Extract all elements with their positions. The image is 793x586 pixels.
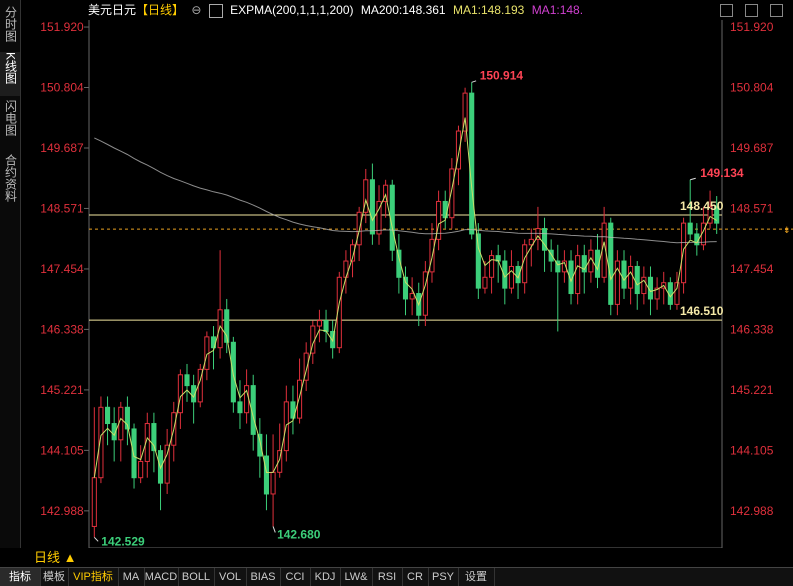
price-label-left: 150.804 — [40, 80, 84, 94]
candle[interactable] — [263, 455, 270, 495]
candle[interactable] — [237, 401, 243, 414]
price-label-left: 145.221 — [40, 383, 84, 397]
candle[interactable] — [482, 276, 488, 289]
candle[interactable] — [621, 260, 627, 289]
resistance-label: 148.450 — [680, 199, 724, 213]
candle[interactable] — [489, 255, 495, 278]
low-label-2: 142.680 — [277, 527, 321, 541]
candle[interactable] — [230, 341, 236, 403]
indicator-tab-7[interactable]: BIAS — [246, 568, 281, 586]
low-label-1-pointer — [93, 536, 99, 542]
high-label: 150.914 — [480, 68, 524, 82]
candle[interactable] — [316, 320, 322, 327]
candle[interactable] — [608, 222, 614, 305]
indicator-tab-9[interactable]: KDJ — [310, 568, 341, 586]
current-price-marker-icon: ⇟ — [783, 225, 791, 235]
indicator-tab-11[interactable]: RSI — [372, 568, 403, 586]
candle[interactable] — [628, 265, 634, 289]
price-label-right: 142.988 — [730, 504, 774, 518]
candle[interactable] — [449, 168, 455, 219]
indicator-tab-13[interactable]: PSY — [428, 568, 459, 586]
candle[interactable] — [244, 385, 250, 414]
indicator-tab-14[interactable]: 设置 — [458, 568, 495, 586]
indicator-tab-3[interactable]: MA — [118, 568, 145, 586]
candle[interactable] — [297, 379, 303, 419]
candle[interactable] — [508, 265, 514, 289]
candle[interactable] — [323, 320, 329, 332]
indicator-tab-2[interactable]: VIP指标 — [68, 568, 119, 586]
recent-high-label-pointer — [690, 177, 696, 181]
price-label-right: 145.221 — [730, 383, 774, 397]
candle[interactable] — [369, 179, 375, 235]
price-label-right: 147.454 — [730, 262, 774, 276]
indicator-tab-1[interactable]: 模板 — [40, 568, 69, 586]
candle[interactable] — [475, 233, 481, 289]
candle[interactable] — [131, 428, 137, 479]
indicator-tab-0[interactable]: 指标 — [0, 568, 41, 586]
price-label-right: 151.920 — [730, 20, 774, 34]
high-label-pointer — [471, 80, 477, 83]
period-selector[interactable]: 日线 ▲ — [20, 548, 88, 567]
candle[interactable] — [91, 477, 97, 527]
price-label-right: 146.338 — [730, 322, 774, 336]
ma200-line — [94, 137, 717, 244]
indicator-toolbar: 指标 模板 VIP指标 MA MACD BOLL VOL BIAS CCI KDJ LW& RSI CR… — [0, 567, 793, 586]
candle[interactable] — [383, 184, 389, 202]
price-label-right: 149.687 — [730, 141, 774, 155]
low-label-2-pointer — [272, 526, 276, 533]
price-label-left: 146.338 — [40, 322, 84, 336]
price-label-left: 151.920 — [40, 20, 84, 34]
candle[interactable] — [687, 222, 693, 235]
candle[interactable] — [138, 460, 144, 479]
price-label-left: 147.454 — [40, 262, 84, 276]
indicator-tab-8[interactable]: CCI — [280, 568, 311, 586]
low-label-1: 142.529 — [101, 534, 145, 548]
support-label: 146.510 — [680, 304, 724, 318]
candle[interactable] — [118, 406, 124, 441]
price-label-left: 144.105 — [40, 443, 84, 457]
price-label-left: 142.988 — [40, 504, 84, 518]
recent-high-label: 149.134 — [700, 166, 744, 180]
indicator-tab-5[interactable]: BOLL — [178, 568, 215, 586]
candle[interactable] — [177, 374, 183, 414]
candle[interactable] — [469, 92, 475, 235]
candle[interactable] — [634, 265, 640, 295]
price-label-right: 144.105 — [730, 443, 774, 457]
price-label-left: 149.687 — [40, 141, 84, 155]
candle[interactable] — [575, 255, 581, 295]
price-label-right: 148.571 — [730, 201, 774, 215]
candle[interactable] — [681, 222, 687, 284]
candle[interactable] — [164, 444, 170, 484]
indicator-tab-4[interactable]: MACD — [144, 568, 179, 586]
candle[interactable] — [409, 293, 415, 300]
candle[interactable] — [270, 471, 276, 495]
indicator-tab-10[interactable]: LW& — [340, 568, 373, 586]
period-label: 日线 ▲ — [34, 550, 77, 565]
price-label-right: 150.804 — [730, 80, 774, 94]
candle[interactable] — [105, 406, 111, 425]
price-label-left: 148.571 — [40, 201, 84, 215]
candle[interactable] — [389, 184, 395, 251]
indicator-tab-6[interactable]: VOL — [214, 568, 247, 586]
indicator-tab-12[interactable]: CR — [402, 568, 429, 586]
kline-chart[interactable]: 151.920 150.804 149.687 148.571 147.454 146.3… — [0, 0, 793, 548]
candle[interactable] — [184, 374, 190, 387]
